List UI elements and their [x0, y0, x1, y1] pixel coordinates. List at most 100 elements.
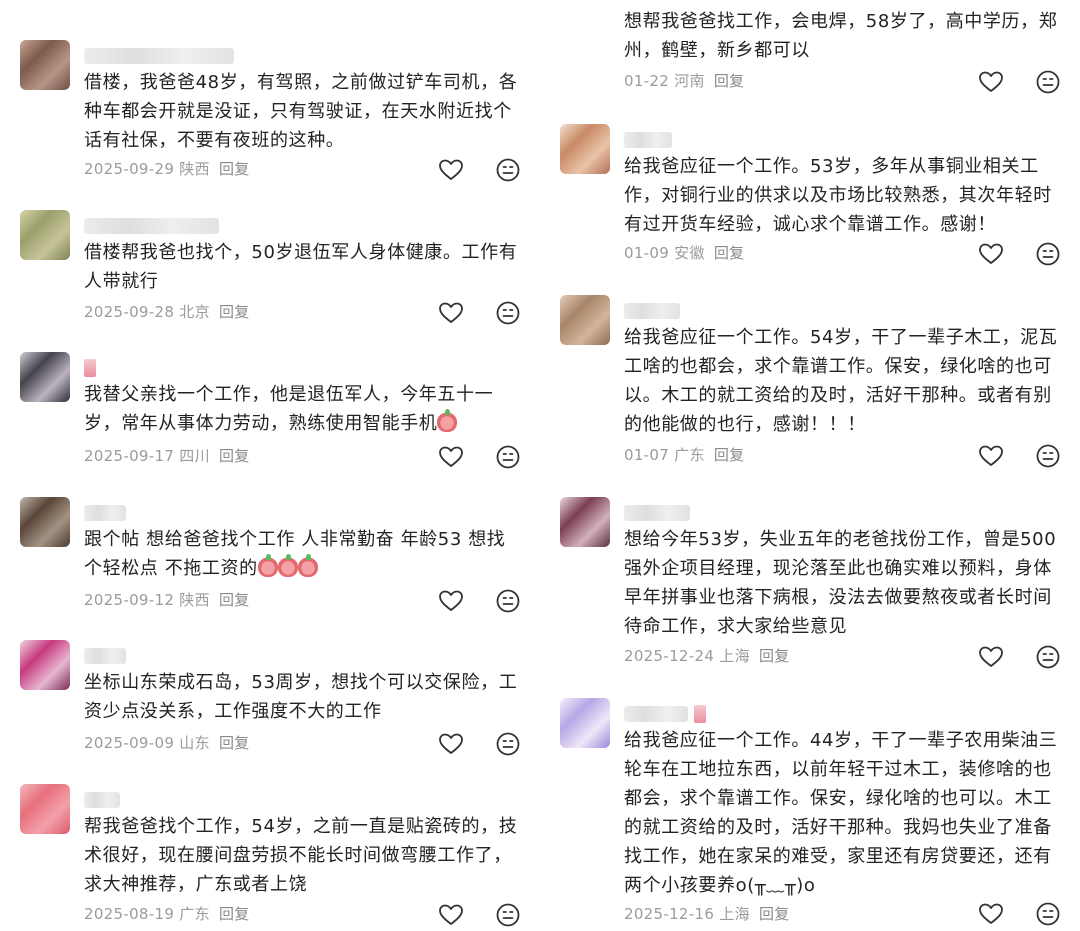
reply-button[interactable]: 回复 [219, 303, 250, 321]
peach-emoji-icon [277, 554, 298, 577]
like-heart-icon[interactable] [438, 588, 464, 614]
like-heart-icon[interactable] [438, 157, 464, 183]
avatar[interactable] [20, 40, 70, 90]
comment-meta: 01-22 河南 回复 [624, 70, 744, 91]
reply-button[interactable]: 回复 [759, 905, 790, 923]
username-blurred[interactable] [624, 301, 680, 321]
comment-region: 上海 [719, 647, 750, 665]
avatar[interactable] [560, 124, 610, 174]
dislike-face-icon[interactable] [495, 300, 521, 326]
like-heart-icon[interactable] [978, 443, 1004, 469]
reply-button[interactable]: 回复 [219, 447, 250, 465]
dislike-face-icon[interactable] [495, 444, 521, 470]
dislike-face-icon[interactable] [1035, 241, 1061, 267]
comment-region: 上海 [719, 905, 750, 923]
peach-emoji-icon [297, 554, 318, 577]
comment-item: 坐标山东荣成石岛，53周岁，想找个可以交保险，工资少点没关系，工作强度不大的工作… [0, 640, 540, 760]
comment-date: 2025-09-09 [84, 734, 175, 752]
avatar[interactable] [560, 698, 610, 748]
comment-meta: 2025-09-17 四川 回复 [84, 445, 250, 466]
comment-region: 广东 [674, 446, 705, 464]
comment-date: 01-07 [624, 446, 670, 464]
like-heart-icon[interactable] [978, 241, 1004, 267]
avatar[interactable] [20, 210, 70, 260]
comment-text: 想帮我爸爸找工作，会电焊，58岁了，高中学历，郑州，鹤壁，新乡都可以 [624, 11, 1058, 61]
reply-button[interactable]: 回复 [714, 244, 745, 262]
reply-button[interactable]: 回复 [219, 591, 250, 609]
avatar[interactable] [20, 640, 70, 690]
comment-date: 2025-09-12 [84, 591, 175, 609]
comment-date: 2025-09-17 [84, 447, 175, 465]
like-heart-icon[interactable] [978, 69, 1004, 95]
dislike-face-icon[interactable] [1035, 69, 1061, 95]
comment-date: 2025-09-28 [84, 303, 175, 321]
username-blurred[interactable] [624, 130, 672, 150]
reply-button[interactable]: 回复 [714, 72, 745, 90]
username-blurred[interactable] [84, 503, 126, 523]
username-blurred[interactable] [84, 216, 219, 236]
comment-meta: 2025-09-29 陕西 回复 [84, 158, 250, 179]
dislike-face-icon[interactable] [1035, 644, 1061, 670]
reply-button[interactable]: 回复 [219, 905, 250, 923]
username-blurred[interactable] [624, 503, 690, 523]
comment-date: 2025-09-29 [84, 160, 175, 178]
comment-item: 跟个帖 想给爸爸找个工作 人非常勤奋 年龄53 想找个轻松点 不拖工资的 202… [0, 497, 540, 617]
comment-meta: 01-09 安徽 回复 [624, 242, 744, 263]
reply-button[interactable]: 回复 [759, 647, 790, 665]
username-blurred[interactable] [624, 704, 706, 724]
dislike-face-icon[interactable] [495, 902, 521, 928]
avatar[interactable] [20, 352, 70, 402]
comment-date: 01-09 [624, 244, 670, 262]
comment-item: 借楼帮我爸也找个，50岁退伍军人身体健康。工作有人带就行 2025-09-28 … [0, 210, 540, 330]
comment-text: 借楼，我爸爸48岁，有驾照，之前做过铲车司机，各种车都会开就是没证，只有驾驶证，… [84, 72, 518, 151]
comment-text: 跟个帖 想给爸爸找个工作 人非常勤奋 年龄53 想找个轻松点 不拖工资的 [84, 529, 506, 579]
avatar[interactable] [20, 497, 70, 547]
reply-button[interactable]: 回复 [219, 160, 250, 178]
dislike-face-icon[interactable] [1035, 443, 1061, 469]
comment-region: 河南 [674, 72, 705, 90]
username-blurred[interactable] [84, 790, 120, 810]
reply-button[interactable]: 回复 [714, 446, 745, 464]
comment-meta: 2025-09-12 陕西 回复 [84, 589, 250, 610]
comment-region: 陕西 [179, 591, 210, 609]
comment-meta: 2025-12-24 上海 回复 [624, 645, 790, 666]
dislike-face-icon[interactable] [495, 157, 521, 183]
comment-item: 借楼，我爸爸48岁，有驾照，之前做过铲车司机，各种车都会开就是没证，只有驾驶证，… [0, 40, 540, 190]
username-blurred[interactable] [84, 358, 96, 378]
comment-meta: 2025-09-09 山东 回复 [84, 732, 250, 753]
dislike-face-icon[interactable] [495, 731, 521, 757]
avatar[interactable] [560, 497, 610, 547]
comment-item: 想帮我爸爸找工作，会电焊，58岁了，高中学历，郑州，鹤壁，新乡都可以 01-22… [540, 0, 1080, 99]
comment-item: 给我爸应征一个工作。53岁，多年从事铜业相关工作，对铜行业的供求以及市场比较熟悉… [540, 124, 1080, 274]
like-heart-icon[interactable] [438, 300, 464, 326]
comment-region: 北京 [179, 303, 210, 321]
comment-meta: 2025-09-28 北京 回复 [84, 301, 250, 322]
reply-button[interactable]: 回复 [219, 734, 250, 752]
comment-text: 给我爸应征一个工作。54岁，干了一辈子木工，泥瓦工啥的也都会，求个靠谱工作。保安… [624, 327, 1058, 435]
comment-text: 借楼帮我爸也找个，50岁退伍军人身体健康。工作有人带就行 [84, 242, 518, 292]
dislike-face-icon[interactable] [1035, 901, 1061, 927]
dislike-face-icon[interactable] [495, 588, 521, 614]
comment-text: 帮我爸爸找个工作，54岁，之前一直是贴瓷砖的，技术很好，现在腰间盘劳损不能长时间… [84, 816, 518, 895]
comment-item: 我替父亲找一个工作，他是退伍军人，今年五十一岁，常年从事体力劳动，熟练使用智能手… [0, 352, 540, 472]
comment-text: 我替父亲找一个工作，他是退伍军人，今年五十一岁，常年从事体力劳动，熟练使用智能手… [84, 384, 494, 434]
comment-item: 给我爸应征一个工作。54岁，干了一辈子木工，泥瓦工啥的也都会，求个靠谱工作。保安… [540, 295, 1080, 475]
avatar[interactable] [560, 295, 610, 345]
avatar[interactable] [20, 784, 70, 834]
username-blurred[interactable] [84, 646, 126, 666]
comment-region: 山东 [179, 734, 210, 752]
like-heart-icon[interactable] [978, 901, 1004, 927]
comment-text: 给我爸应征一个工作。44岁，干了一辈子农用柴油三轮车在工地拉东西，以前年轻干过木… [624, 730, 1058, 896]
like-heart-icon[interactable] [438, 444, 464, 470]
comment-date: 2025-08-19 [84, 905, 175, 923]
username-blurred[interactable] [84, 46, 234, 66]
comment-item: 给我爸应征一个工作。44岁，干了一辈子农用柴油三轮车在工地拉东西，以前年轻干过木… [540, 698, 1080, 931]
comment-date: 2025-12-24 [624, 647, 715, 665]
like-heart-icon[interactable] [438, 731, 464, 757]
like-heart-icon[interactable] [978, 644, 1004, 670]
comment-item: 想给今年53岁，失业五年的老爸找份工作，曾是500强外企项目经理，现沦落至此也确… [540, 497, 1080, 677]
like-heart-icon[interactable] [438, 902, 464, 928]
comment-region: 陕西 [179, 160, 210, 178]
comment-column-left: 借楼，我爸爸48岁，有驾照，之前做过铲车司机，各种车都会开就是没证，只有驾驶证，… [0, 0, 540, 931]
comment-region: 安徽 [674, 244, 705, 262]
